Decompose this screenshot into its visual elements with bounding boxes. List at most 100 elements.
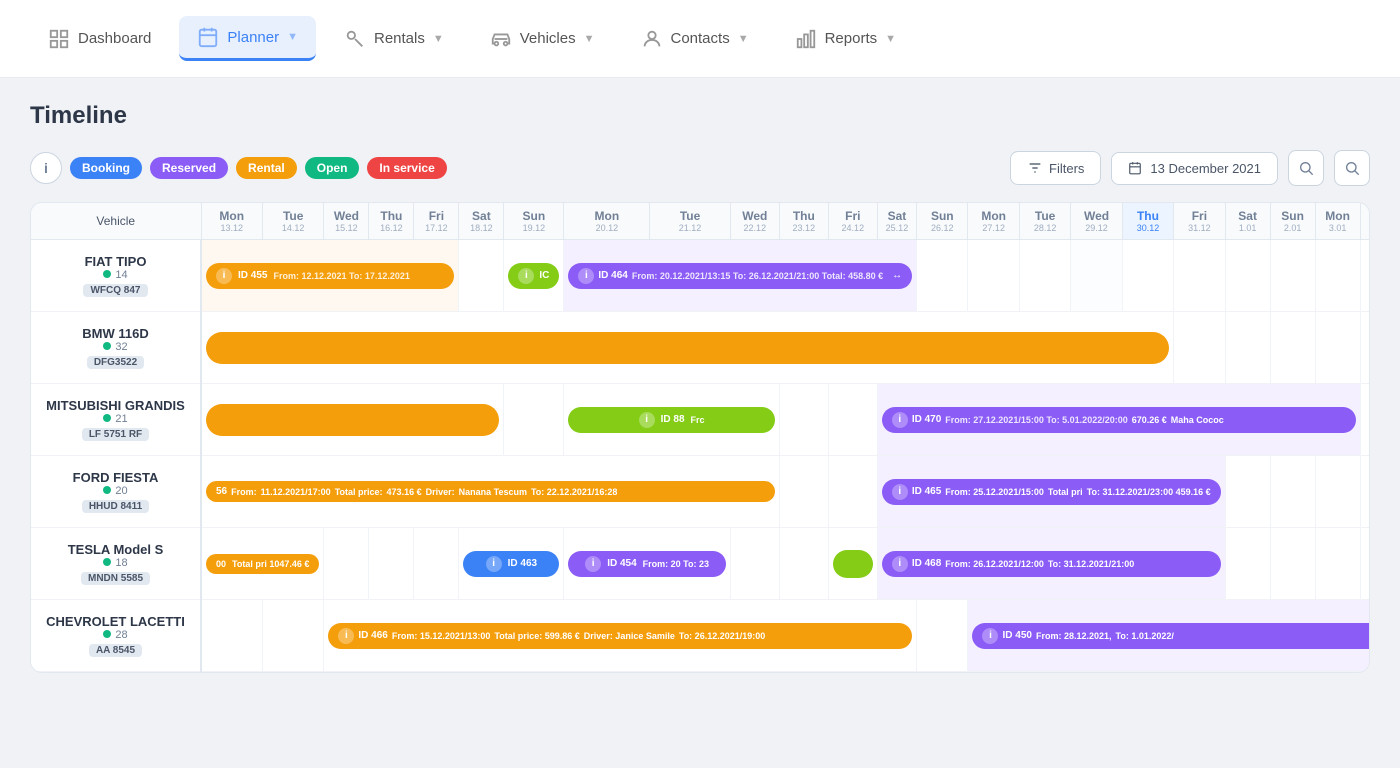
col-fri-3112: Fri31.12 <box>1174 203 1225 240</box>
booking-ford1[interactable]: 56 From: 11.12.2021/17:00 Total price: 4… <box>201 456 779 528</box>
search-button-2[interactable] <box>1334 150 1370 186</box>
info-icon: i <box>578 268 594 284</box>
vehicle-plate: AA 8545 <box>89 644 142 657</box>
col-tue-401: Tue4.01 <box>1360 203 1369 240</box>
badge-booking: Booking <box>70 157 142 179</box>
badge-rental: Rental <box>236 157 297 179</box>
col-mon-2712: Mon27.12 <box>968 203 1019 240</box>
booking-450[interactable]: i ID 450 From: 28.12.2021, To: 1.01.2022… <box>968 600 1369 672</box>
vehicle-cell-bmw: BMW 116D 32 DFG3522 <box>31 312 201 384</box>
empty-cell <box>1225 528 1270 600</box>
filter-icon <box>1027 160 1043 176</box>
grid-icon <box>48 28 70 50</box>
booking-id: ID 466 <box>358 630 387 641</box>
filters-button[interactable]: Filters <box>1010 151 1101 185</box>
vehicle-name: FIAT TIPO <box>43 254 188 269</box>
empty-cell <box>414 528 459 600</box>
booking-dates: From: 20 To: 23 <box>643 559 709 569</box>
empty-cell <box>1315 456 1360 528</box>
booking-454[interactable]: i ID 454 From: 20 To: 23 <box>564 528 730 600</box>
nav-vehicles[interactable]: Vehicles ▼ <box>472 18 613 60</box>
car-icon <box>490 28 512 50</box>
nav-reports[interactable]: Reports ▼ <box>777 18 914 60</box>
booking-olive[interactable] <box>828 528 877 600</box>
vehicle-cell-tesla: TESLA Model S 18 MNDN 5585 <box>31 528 201 600</box>
table-row: BMW 116D 32 DFG3522 <box>31 312 1369 384</box>
booking-total-label: Total price: <box>335 487 383 497</box>
vehicle-id: 20 <box>43 485 188 497</box>
booking-dates: From: 20.12.2021/13:15 To: 26.12.2021/21… <box>632 271 883 281</box>
nav-contacts[interactable]: Contacts ▼ <box>623 18 767 60</box>
booking-tesla1[interactable]: 00 Total pri 1047.46 € <box>201 528 324 600</box>
nav-dashboard[interactable]: Dashboard <box>30 18 169 60</box>
col-mon-301: Mon3.01 <box>1315 203 1360 240</box>
search-icon <box>1298 160 1314 176</box>
booking-to: To: 22.12.2021/16:28 <box>531 487 617 497</box>
key-icon <box>344 28 366 50</box>
nav-planner[interactable]: Planner ▼ <box>179 16 316 61</box>
empty-cell <box>1270 456 1315 528</box>
chart-icon <box>795 28 817 50</box>
booking-463[interactable]: i ID 463 <box>459 528 564 600</box>
vehicle-cell-ford: FORD FIESTA 20 HHUD 8411 <box>31 456 201 528</box>
info-icon: i <box>639 412 655 428</box>
empty-cell <box>1270 528 1315 600</box>
empty-cell <box>1225 240 1270 312</box>
empty-cell <box>1019 240 1070 312</box>
vehicle-plate: WFCQ 847 <box>83 284 147 297</box>
col-sat-1812: Sat18.12 <box>459 203 504 240</box>
booking-bmw[interactable] <box>201 312 1174 384</box>
empty-cell <box>262 600 323 672</box>
booking-455[interactable]: i ID 455 From: 12.12.2021 To: 17.12.2021 <box>201 240 459 312</box>
booking-470[interactable]: i ID 470 From: 27.12.2021/15:00 To: 5.01… <box>877 384 1360 456</box>
booking-88[interactable]: i ID 88 Frc <box>564 384 779 456</box>
col-wed-2212: Wed22.12 <box>730 203 779 240</box>
vehicle-id: 21 <box>43 413 188 425</box>
empty-cell <box>201 600 262 672</box>
col-sun-2612: Sun26.12 <box>917 203 968 240</box>
booking-mit1[interactable] <box>201 384 504 456</box>
empty-cell <box>779 384 828 456</box>
booking-from: From: 25.12.2021/15:00 <box>945 487 1044 497</box>
main-nav: Dashboard Planner ▼ Rentals ▼ Vehicles ▼… <box>0 0 1400 78</box>
booking-468[interactable]: i ID 468 From: 26.12.2021/12:00 To: 31.1… <box>877 528 1225 600</box>
table-row: TESLA Model S 18 MNDN 5585 00 Total pri … <box>31 528 1369 600</box>
booking-from-label: From: <box>231 487 257 497</box>
booking-ic[interactable]: i IC <box>504 240 564 312</box>
booking-465[interactable]: i ID 465 From: 25.12.2021/15:00 Total pr… <box>877 456 1225 528</box>
info-button[interactable]: i <box>30 152 62 184</box>
booking-466[interactable]: i ID 466 From: 15.12.2021/13:00 Total pr… <box>324 600 917 672</box>
empty-cell <box>1174 312 1225 384</box>
empty-cell <box>459 240 504 312</box>
col-wed-1512: Wed15.12 <box>324 203 369 240</box>
booking-id: 56 <box>216 486 227 497</box>
nav-planner-label: Planner <box>227 29 279 46</box>
table-row: FIAT TIPO 14 WFCQ 847 i ID 455 From: 12.… <box>31 240 1369 312</box>
timeline-wrapper: Vehicle Mon13.12 Tue14.12 Wed15.12 Thu16… <box>30 202 1370 673</box>
nav-rentals[interactable]: Rentals ▼ <box>326 18 462 60</box>
timeline-table: Vehicle Mon13.12 Tue14.12 Wed15.12 Thu16… <box>31 203 1369 672</box>
booking-id: ID 455 <box>238 270 267 281</box>
today-cell <box>1071 240 1122 312</box>
vehicle-cell-fiat: FIAT TIPO 14 WFCQ 847 <box>31 240 201 312</box>
vehicle-name: TESLA Model S <box>43 542 188 557</box>
vehicle-plate: HHUD 8411 <box>82 500 149 513</box>
page-title: Timeline <box>30 102 1370 130</box>
info-icon: i <box>982 628 998 644</box>
chevron-down-icon: ▼ <box>287 31 298 43</box>
col-thu-2312: Thu23.12 <box>779 203 828 240</box>
empty-cell <box>1225 456 1270 528</box>
booking-id: ID 88 <box>661 414 685 425</box>
vehicle-id: 18 <box>43 557 188 569</box>
empty-cell <box>504 384 564 456</box>
search-button-1[interactable] <box>1288 150 1324 186</box>
date-picker-button[interactable]: 13 December 2021 <box>1111 152 1278 185</box>
booking-total: Total pri 1047.46 € <box>232 559 309 569</box>
empty-cell <box>1225 312 1270 384</box>
booking-464[interactable]: i ID 464 From: 20.12.2021/13:15 To: 26.1… <box>564 240 917 312</box>
empty-cell <box>1270 312 1315 384</box>
empty-cell <box>779 456 828 528</box>
booking-from: From: 28.12.2021, <box>1036 631 1112 641</box>
badge-reserved: Reserved <box>150 157 228 179</box>
booking-dates: From: 27.12.2021/15:00 To: 5.01.2022/20:… <box>945 415 1127 425</box>
